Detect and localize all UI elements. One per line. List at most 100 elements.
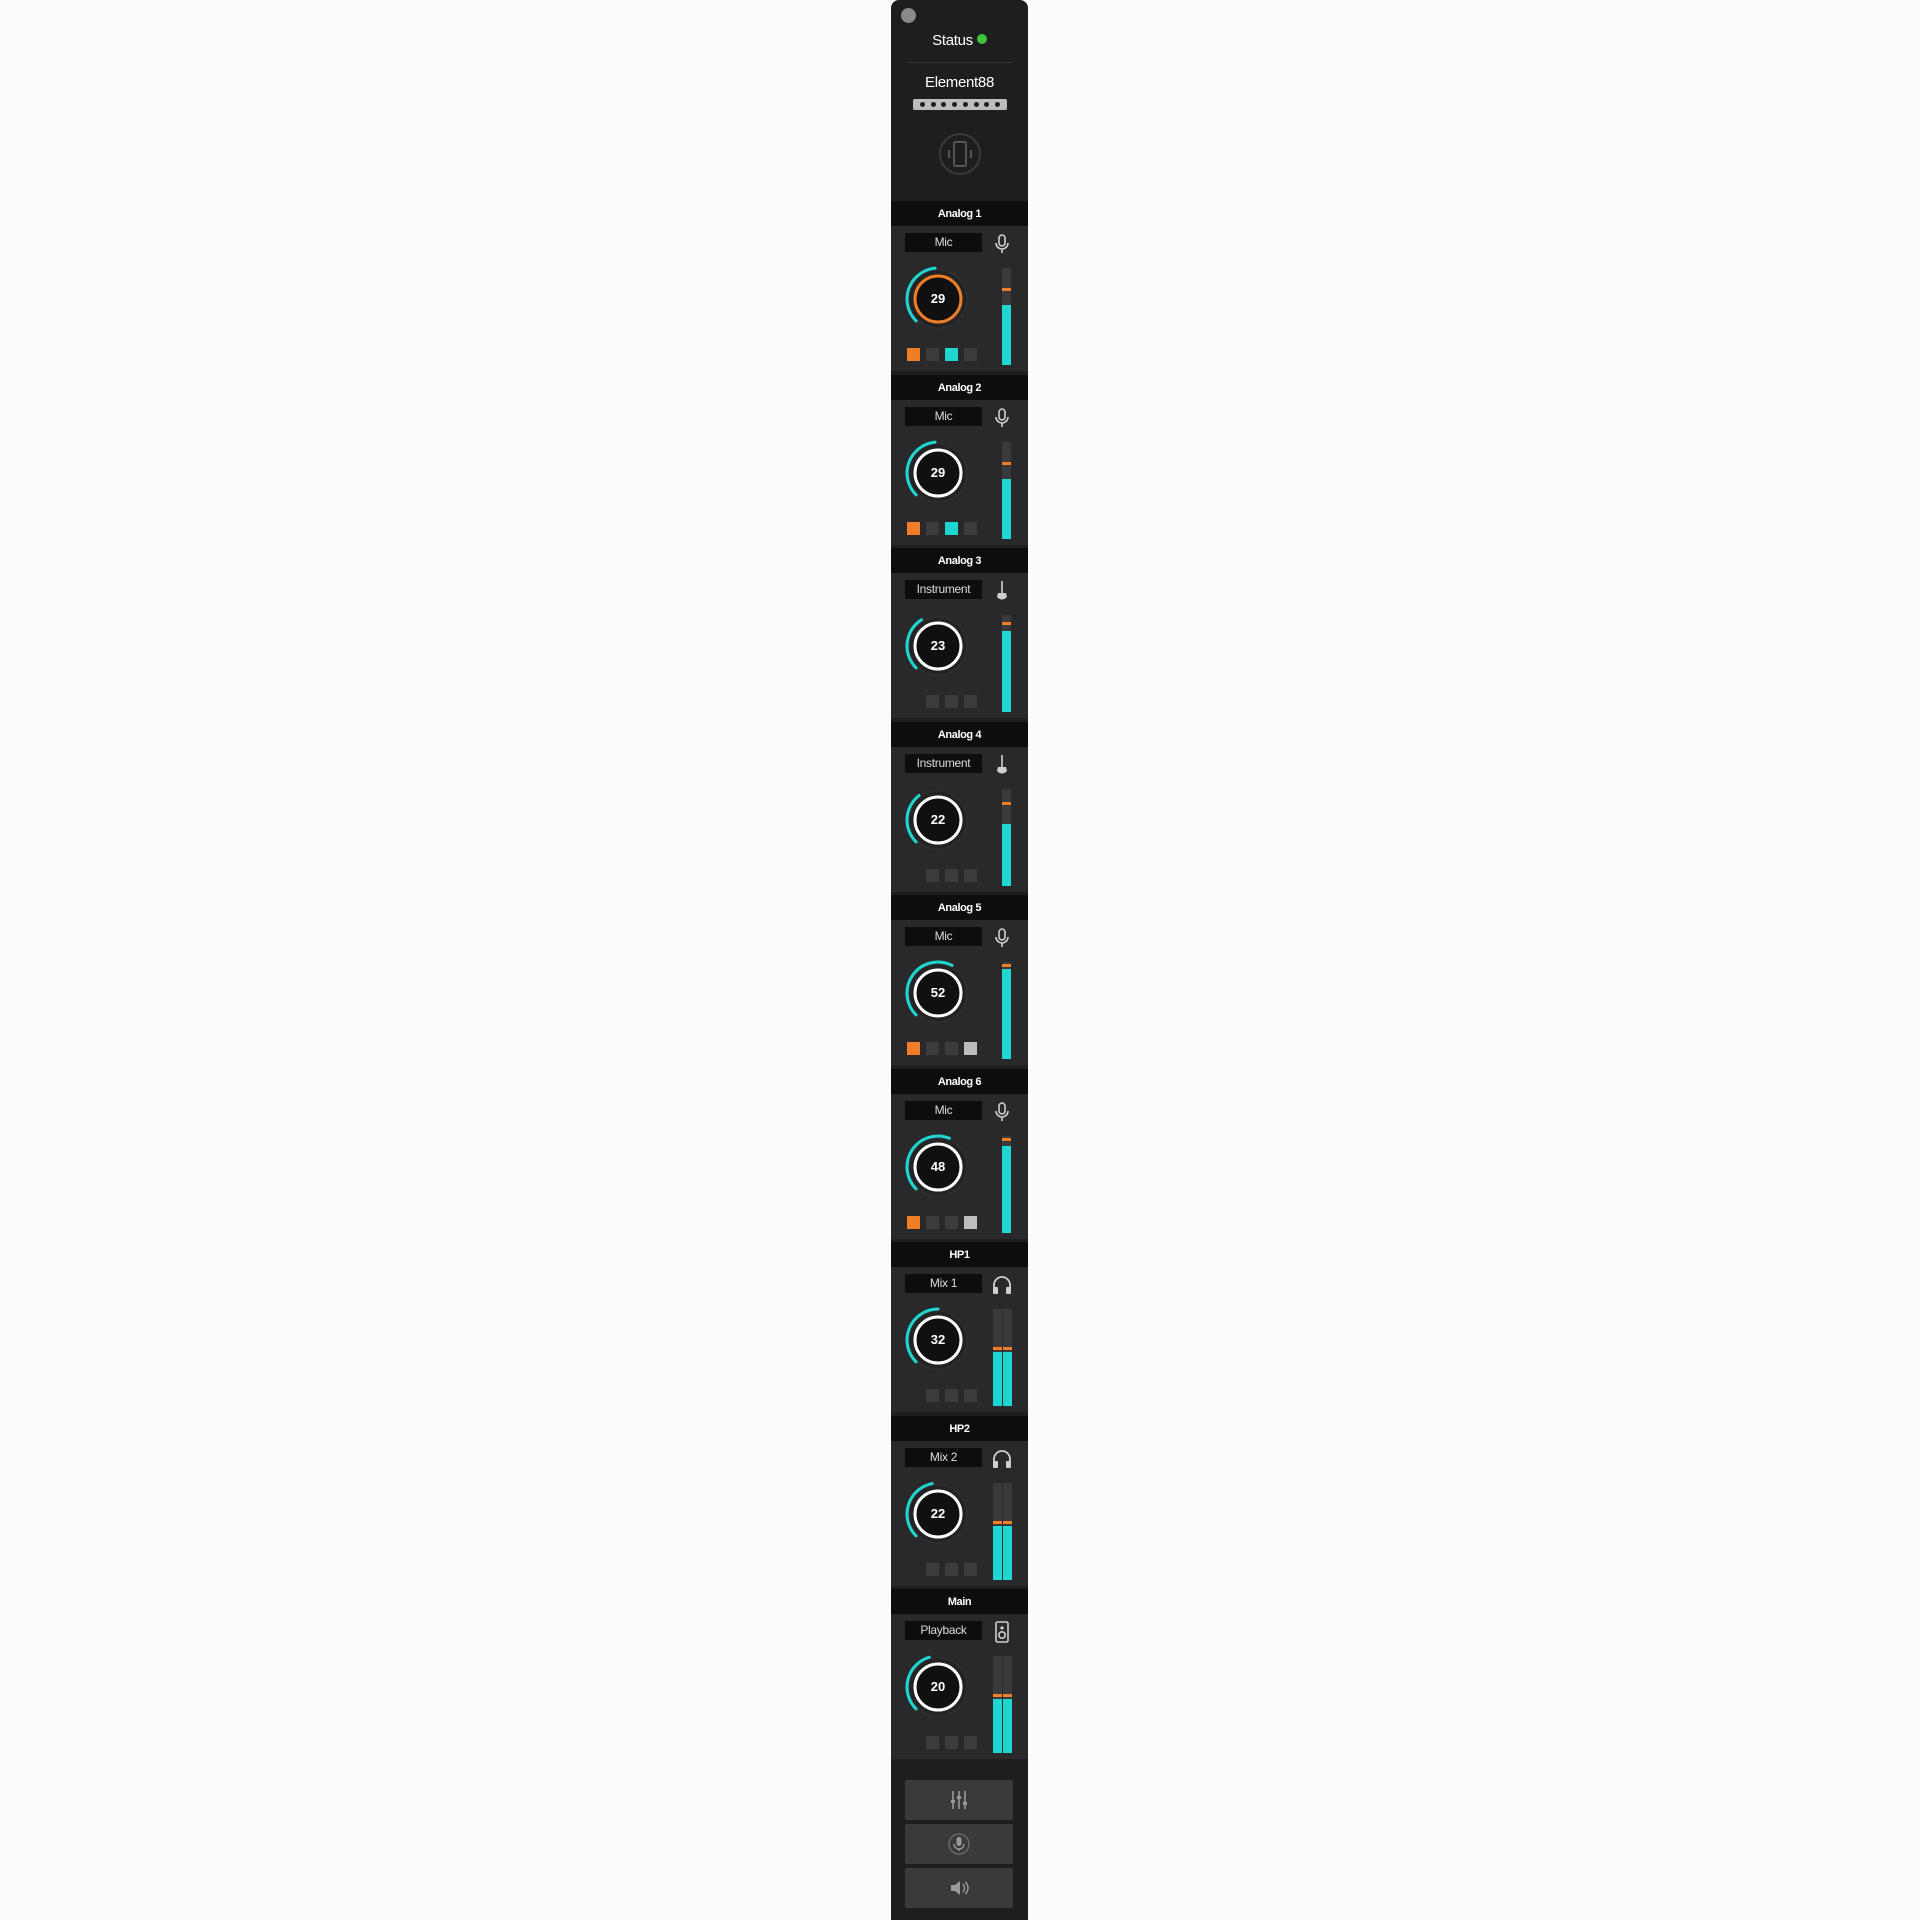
level-meter: [993, 1483, 1002, 1580]
channel-toggle-button[interactable]: [945, 1563, 958, 1576]
guitar-icon[interactable]: [990, 579, 1014, 603]
channel-buttons: [907, 869, 977, 882]
channel-body: Mic 29: [891, 400, 1028, 545]
meter-peak: [1002, 621, 1011, 625]
channel-name: Analog 3: [891, 548, 1028, 573]
channel-toggle-button[interactable]: [964, 1216, 977, 1229]
meter-fill: [1002, 478, 1011, 539]
channel-toggle-button[interactable]: [964, 1563, 977, 1576]
channel-toggle-button[interactable]: [945, 695, 958, 708]
channel-toggle-button[interactable]: [926, 1563, 939, 1576]
level-meter: [1002, 789, 1011, 886]
source-selector[interactable]: Mic: [905, 233, 982, 252]
channel-toggle-button[interactable]: [945, 1216, 958, 1229]
channel-toggle-button[interactable]: [907, 522, 920, 535]
channel-toggle-button[interactable]: [945, 1042, 958, 1055]
channel-toggle-button[interactable]: [964, 1042, 977, 1055]
channel-toggle-button[interactable]: [945, 869, 958, 882]
channel-toggle-button[interactable]: [926, 1042, 939, 1055]
channel-name: Analog 2: [891, 375, 1028, 400]
meter-peak: [1002, 963, 1011, 967]
source-selector[interactable]: Mic: [905, 1101, 982, 1120]
speaker-icon[interactable]: [990, 1620, 1014, 1644]
channel-toggle-button[interactable]: [964, 869, 977, 882]
channel-name: HP1: [891, 1242, 1028, 1267]
bottom-nav-button[interactable]: [905, 1868, 1013, 1908]
source-selector[interactable]: Mix 1: [905, 1274, 982, 1293]
gain-value: 32: [930, 1332, 946, 1347]
channel-name: Analog 1: [891, 201, 1028, 226]
channel-toggle-button[interactable]: [945, 1736, 958, 1749]
channel-body: Mic 52: [891, 920, 1028, 1065]
channel-toggle-button[interactable]: [926, 869, 939, 882]
channel-body: Mix 2 22: [891, 1441, 1028, 1586]
level-meter: [1002, 615, 1011, 712]
meter-peak: [1003, 1520, 1012, 1524]
device-port-icon: [995, 102, 1001, 107]
channel-buttons: [907, 522, 977, 535]
bottom-nav-button[interactable]: [905, 1780, 1013, 1820]
gain-value: 23: [930, 638, 946, 653]
meter-peak: [993, 1520, 1002, 1524]
channel-body: Mix 1 32: [891, 1267, 1028, 1412]
microphone-icon[interactable]: [990, 232, 1014, 256]
microphone-icon[interactable]: [990, 1100, 1014, 1124]
channel-toggle-button[interactable]: [926, 348, 939, 361]
channel-toggle-button[interactable]: [964, 695, 977, 708]
device-port-icon: [952, 102, 958, 107]
channel-toggle-button[interactable]: [926, 1389, 939, 1402]
channel-toggle-button[interactable]: [964, 1389, 977, 1402]
channel-buttons: [907, 1389, 977, 1402]
channel-toggle-button[interactable]: [907, 1042, 920, 1055]
source-selector[interactable]: Mic: [905, 407, 982, 426]
channel-toggle-button[interactable]: [945, 1389, 958, 1402]
channel-toggle-button[interactable]: [926, 1736, 939, 1749]
microphone-icon[interactable]: [990, 406, 1014, 430]
headphones-icon[interactable]: [990, 1273, 1014, 1297]
gain-value: 22: [930, 1506, 946, 1521]
meter-peak: [1003, 1693, 1012, 1697]
channel-toggle-button[interactable]: [926, 1216, 939, 1229]
channel-strip: Analog 4 Instrument 22: [891, 722, 1028, 895]
device-name: Element88: [924, 74, 994, 91]
gain-value: 29: [930, 291, 946, 306]
gain-value: 48: [930, 1159, 946, 1174]
bottom-nav-button[interactable]: [905, 1824, 1013, 1864]
channel-toggle-button[interactable]: [964, 1736, 977, 1749]
meter-fill: [1002, 630, 1011, 712]
device-port-icon: [984, 102, 990, 107]
channel-toggle-button[interactable]: [945, 522, 958, 535]
meter-peak: [993, 1346, 1002, 1350]
device-ports-graphic: [913, 99, 1007, 110]
channel-buttons: [907, 1216, 977, 1229]
guitar-icon[interactable]: [990, 753, 1014, 777]
channel-toggle-button[interactable]: [926, 695, 939, 708]
device-port-icon: [941, 102, 947, 107]
close-button[interactable]: [901, 8, 916, 23]
meter-peak: [1003, 1346, 1012, 1350]
channel-buttons: [907, 1563, 977, 1576]
microphone-icon: [948, 1833, 970, 1855]
source-selector[interactable]: Mic: [905, 927, 982, 946]
channel-toggle-button[interactable]: [907, 1216, 920, 1229]
meter-peak: [1002, 801, 1011, 805]
channel-toggle-button[interactable]: [964, 522, 977, 535]
meter-fill: [993, 1698, 1002, 1753]
microphone-icon[interactable]: [990, 926, 1014, 950]
headphones-icon[interactable]: [990, 1447, 1014, 1471]
channel-name: HP2: [891, 1416, 1028, 1441]
source-selector[interactable]: Mix 2: [905, 1448, 982, 1467]
source-selector[interactable]: Instrument: [905, 754, 982, 773]
channel-toggle-button[interactable]: [907, 348, 920, 361]
device-sync-icon[interactable]: [936, 130, 984, 178]
channel-toggle-button[interactable]: [945, 348, 958, 361]
channel-body: Mic 29: [891, 226, 1028, 371]
channel-strip: Analog 3 Instrument 23: [891, 548, 1028, 721]
meter-fill: [1002, 304, 1011, 365]
meter-fill: [1003, 1698, 1012, 1753]
source-selector[interactable]: Playback: [905, 1621, 982, 1640]
channel-toggle-button[interactable]: [964, 348, 977, 361]
channel-toggle-button[interactable]: [926, 522, 939, 535]
source-selector[interactable]: Instrument: [905, 580, 982, 599]
channel-buttons: [907, 695, 977, 708]
